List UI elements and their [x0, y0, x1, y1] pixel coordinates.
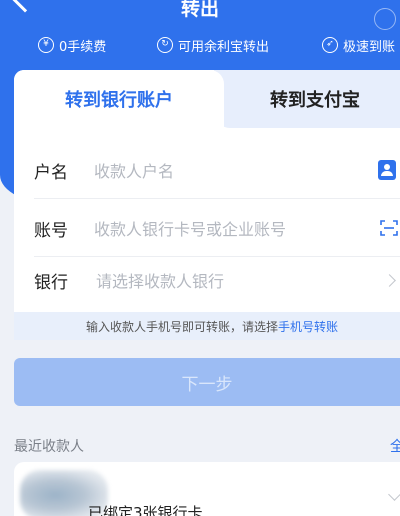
bank-label: 银行	[34, 272, 68, 293]
payee-name-row[interactable]: 户名 收款人户名	[14, 142, 400, 198]
bank-row[interactable]: 银行 请选择收款人银行	[14, 252, 400, 308]
transfer-tabs: 转到支付宝 转到银行账户	[14, 70, 400, 128]
contacts-icon[interactable]	[378, 160, 396, 180]
phone-transfer-tip: 输入收款人手机号即可转账，请选择 手机号转账	[14, 312, 400, 340]
payee-name-label: 户名	[34, 162, 68, 183]
rocket-icon: ➶	[322, 37, 338, 53]
account-input[interactable]: 收款人银行卡号或企业账号	[94, 216, 286, 240]
chevron-down-icon[interactable]	[388, 488, 400, 501]
feature-label: 可用余利宝转出	[178, 39, 270, 55]
feature-yulibao: ↻ 可用余利宝转出	[157, 36, 269, 55]
more-icon[interactable]	[374, 8, 396, 30]
refresh-icon: ↻	[157, 37, 173, 53]
payee-name-input[interactable]: 收款人户名	[94, 158, 174, 182]
navigation-bar: 转出	[0, 0, 400, 30]
feature-strip: ¥ 0手续费 ↻ 可用余利宝转出 ➶ 极速到账	[0, 34, 400, 56]
feature-zero-fee: ¥ 0手续费	[38, 36, 106, 55]
view-all-link[interactable]: 全	[390, 436, 400, 456]
page-title: 转出	[180, 0, 219, 20]
recent-payee-text: 已绑定3张银行卡	[88, 504, 203, 516]
transfer-form-card: 转到支付宝 转到银行账户 户名 收款人户名 账号 收款人银行卡号或企业账号 银行…	[14, 70, 400, 340]
yen-icon: ¥	[38, 37, 54, 53]
chevron-right-icon	[383, 273, 396, 287]
tab-alipay[interactable]: 转到支付宝	[214, 70, 400, 128]
scan-icon[interactable]	[380, 220, 398, 236]
recent-payees-title: 最近收款人	[14, 439, 84, 455]
divider	[34, 198, 400, 199]
next-step-button[interactable]: 下一步	[14, 358, 400, 406]
bank-select[interactable]: 请选择收款人银行	[96, 268, 224, 292]
feature-label: 0手续费	[59, 39, 107, 55]
feature-fast: ➶ 极速到账	[322, 36, 395, 55]
feature-label: 极速到账	[343, 39, 396, 55]
account-row[interactable]: 账号 收款人银行卡号或企业账号	[14, 200, 400, 256]
tip-text: 输入收款人手机号即可转账，请选择	[85, 319, 278, 334]
phone-transfer-link[interactable]: 手机号转账	[278, 318, 338, 335]
recent-payee-item[interactable]: 已绑定3张银行卡	[14, 462, 400, 516]
tab-bank-account[interactable]: 转到银行账户	[14, 70, 224, 128]
account-label: 账号	[34, 220, 68, 241]
